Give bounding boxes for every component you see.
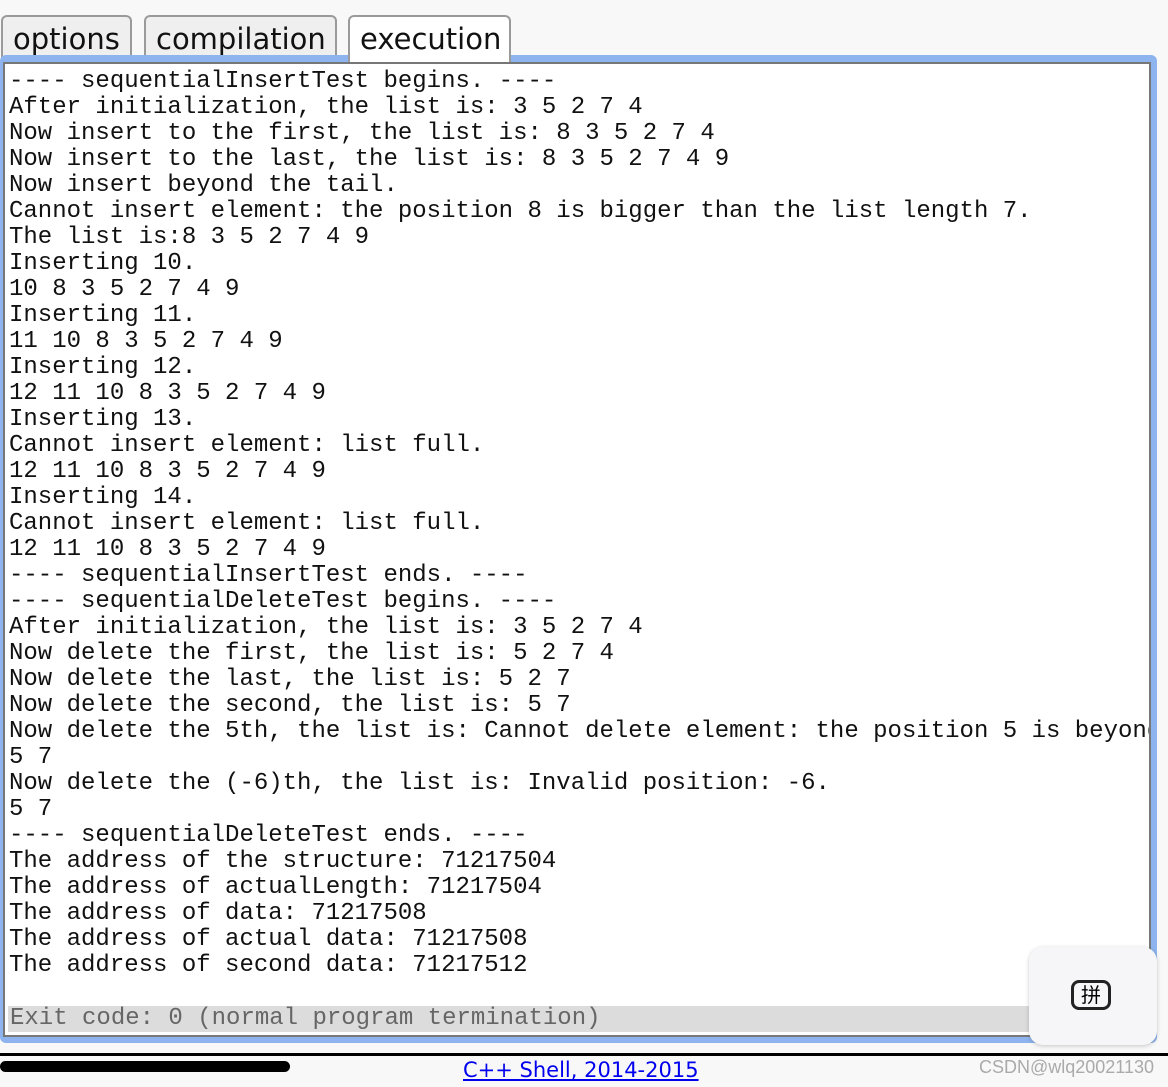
output-line: Now delete the first, the list is: 5 2 7… (9, 640, 614, 667)
output-line: Now insert to the first, the list is: 8 … (9, 120, 715, 147)
horizontal-scrollbar[interactable] (0, 1061, 290, 1072)
watermark: CSDN@wlq20021130 (978, 1057, 1154, 1077)
output-line: ---- sequentialInsertTest ends. ---- (9, 562, 528, 589)
output-line: The address of actual data: 71217508 (9, 926, 528, 953)
output-line: ---- sequentialInsertTest begins. ---- (9, 68, 557, 95)
execution-output[interactable]: ---- sequentialInsertTest begins. ---- Af… (3, 62, 1151, 1037)
output-line: 11 10 8 3 5 2 7 4 9 (9, 328, 283, 355)
output-line: Now delete the 5th, the list is: Cannot … (9, 718, 1151, 745)
output-line: ---- sequentialDeleteTest ends. ---- (9, 822, 528, 849)
exit-status: Exit code: 0 (normal program termination… (8, 1006, 1149, 1032)
output-line: Now delete the second, the list is: 5 7 (9, 692, 571, 719)
tab-compilation[interactable]: compilation (144, 15, 337, 59)
output-line: Now insert beyond the tail. (9, 172, 398, 199)
output-line: The address of the structure: 71217504 (9, 848, 557, 875)
divider (0, 1053, 1168, 1056)
output-line: Cannot insert element: list full. (9, 432, 485, 459)
output-line: The address of second data: 71217512 (9, 952, 528, 979)
output-line: Now insert to the last, the list is: 8 3… (9, 146, 730, 173)
tab-execution[interactable]: execution (348, 15, 511, 63)
output-line: 5 7 (9, 744, 53, 771)
pinyin-input-icon: 拼 (1071, 980, 1111, 1010)
output-line: 12 11 10 8 3 5 2 7 4 9 (9, 458, 326, 485)
output-line: Cannot insert element: list full. (9, 510, 485, 537)
output-line: Inserting 10. (9, 250, 197, 277)
output-line: The list is:8 3 5 2 7 4 9 (9, 224, 370, 251)
output-line: 5 7 (9, 796, 53, 823)
output-line: Now delete the (-6)th, the list is: Inva… (9, 770, 830, 797)
output-line: Inserting 13. (9, 406, 197, 433)
output-line: After initialization, the list is: 3 5 2… (9, 94, 643, 121)
output-line: Now delete the last, the list is: 5 2 7 (9, 666, 571, 693)
output-line: 12 11 10 8 3 5 2 7 4 9 (9, 536, 326, 563)
output-line: Inserting 12. (9, 354, 197, 381)
output-line: The address of actualLength: 71217504 (9, 874, 542, 901)
program-output: ---- sequentialInsertTest begins. ---- Af… (9, 68, 1151, 979)
output-line: 12 11 10 8 3 5 2 7 4 9 (9, 380, 326, 407)
output-line: 10 8 3 5 2 7 4 9 (9, 276, 240, 303)
output-line: Cannot insert element: the position 8 is… (9, 198, 1032, 225)
ime-indicator[interactable]: 拼 (1029, 947, 1157, 1045)
output-line: The address of data: 71217508 (9, 900, 427, 927)
footer-link[interactable]: C++ Shell, 2014-2015 (463, 1058, 699, 1082)
output-line: ---- sequentialDeleteTest begins. ---- (9, 588, 557, 615)
output-line: After initialization, the list is: 3 5 2… (9, 614, 643, 641)
tab-options[interactable]: options (1, 15, 132, 59)
output-line: Inserting 11. (9, 302, 197, 329)
output-line: Inserting 14. (9, 484, 197, 511)
